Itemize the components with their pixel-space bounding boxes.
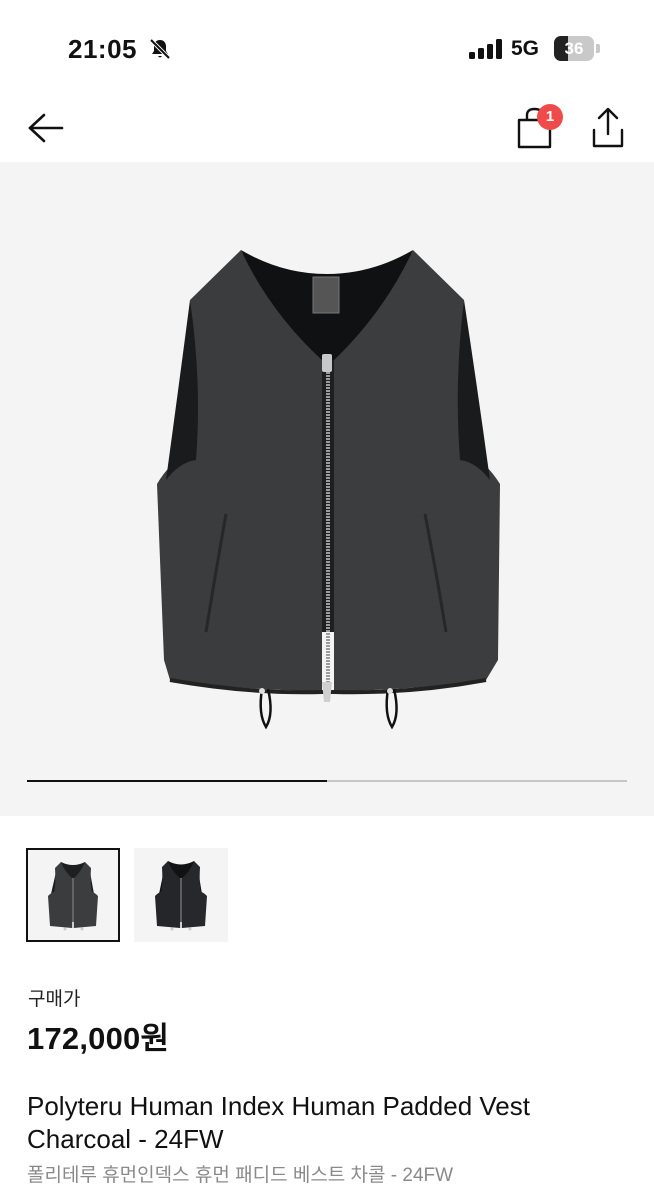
status-time: 21:05 [68,34,137,64]
thumbnail-image [48,862,98,931]
thumbnail-2[interactable] [134,848,228,942]
price-value: 172,000원 [27,1021,170,1056]
share-button[interactable] [584,104,632,152]
price-label: 구매가 [28,989,81,1010]
cart-button[interactable]: 1 [510,102,566,154]
bell-slash-icon [149,38,171,60]
product-title: Polyteru Human Index Human Padded Vest C… [27,1091,530,1154]
gallery-progress-indicator [27,780,327,782]
product-subtitle-korean: 폴리테루 휴먼인덱스 휴먼 패디드 베스트 차콜 - 24FW [27,1165,454,1186]
thumbnail-1[interactable] [26,848,120,942]
cellular-signal-icon [469,39,502,59]
battery-icon: 36 [554,36,600,61]
gallery-progress-track [27,780,627,782]
share-icon [592,107,624,148]
network-type: 5G [511,37,540,60]
thumbnail-image [155,861,207,931]
back-button[interactable] [22,104,70,152]
arrow-left-icon [28,113,64,143]
product-image [157,250,500,730]
product-image-carousel[interactable] [0,162,654,816]
status-bar: 21:05 5G 36 [0,0,654,96]
thumbnail-strip [26,848,626,944]
nav-bar: 1 [0,96,654,162]
battery-level: 36 [564,39,584,58]
cart-count-badge: 1 [537,104,563,130]
